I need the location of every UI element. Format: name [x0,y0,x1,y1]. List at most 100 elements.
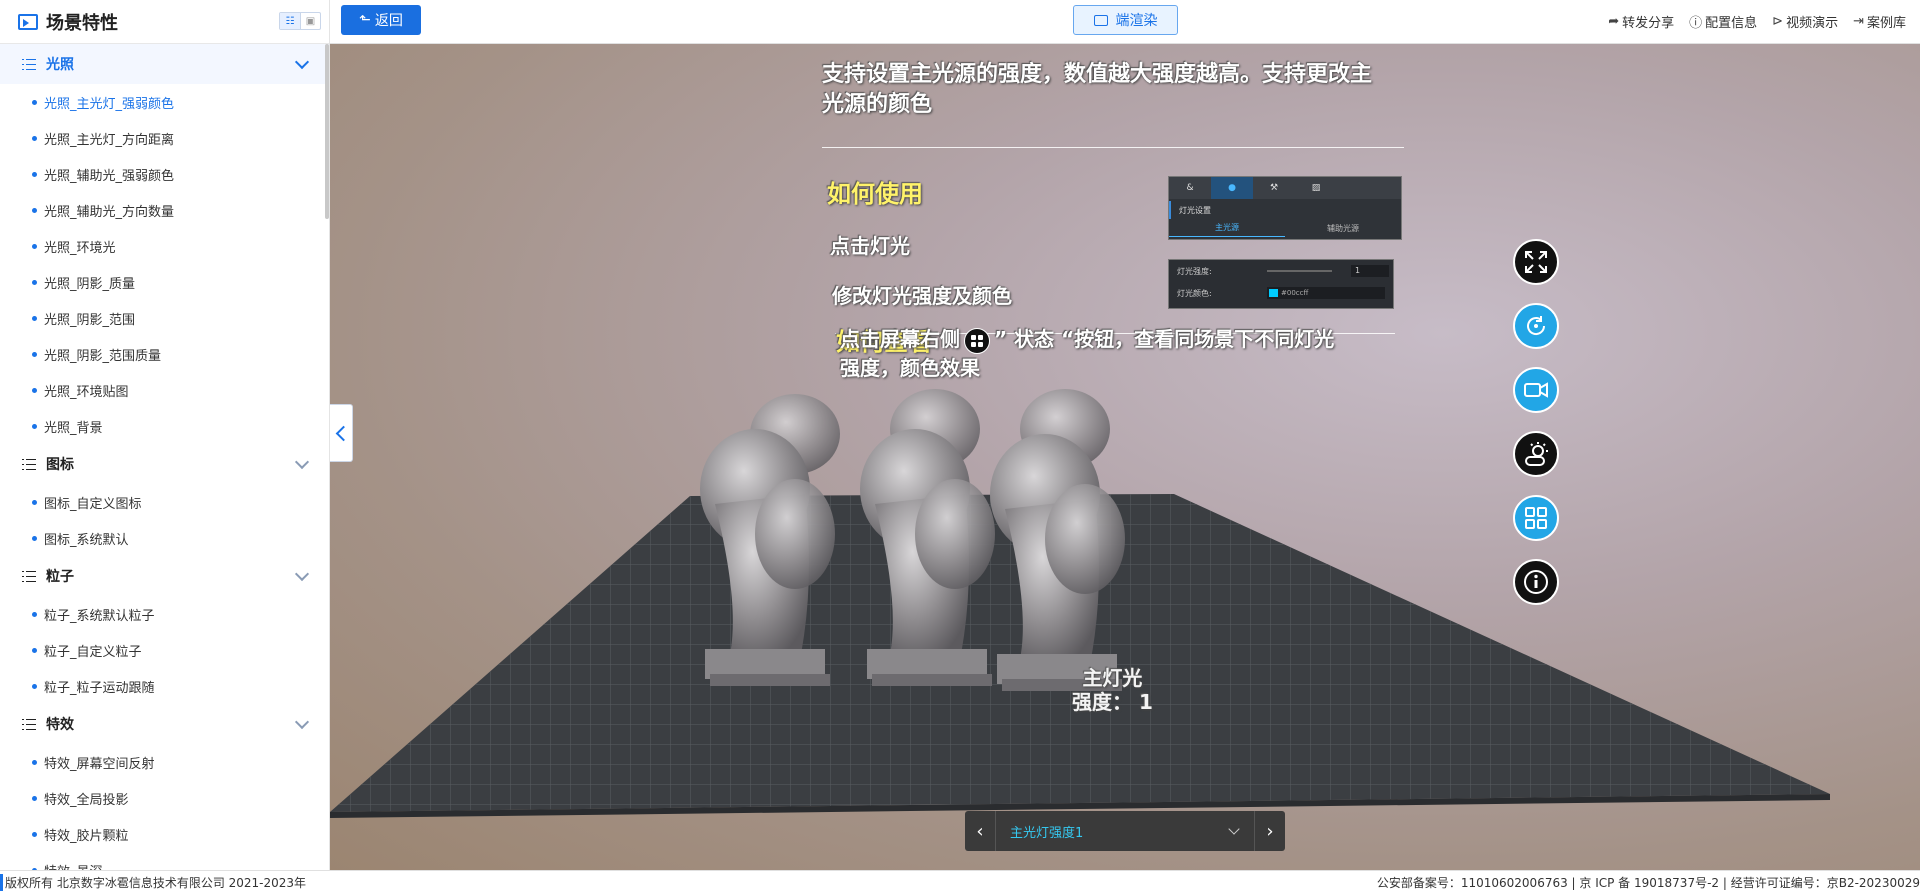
sidebar-item[interactable]: 图标_自定义图标 [0,484,329,520]
bullet-icon [32,207,37,213]
sidebar-item[interactable]: 粒子_粒子运动跟随 [0,668,329,704]
group-label: 光照 [46,57,74,73]
prev-scene-button[interactable]: ‹ [965,811,995,851]
sidebar-item-label: 图标_自定义图标 [44,496,142,512]
intensity-value: 1 [1351,265,1389,277]
next-scene-button[interactable]: › [1255,811,1285,851]
share-icon: ➦ [1608,13,1620,29]
grid-icon [1525,507,1547,529]
cases-link[interactable]: ⇥ 案例库 [1853,12,1906,31]
chevron-down-icon [294,714,310,730]
sidebar-header: 场景特性 ☷ ▣ [0,0,329,44]
intro-text: 支持设置主光源的强度，数值越大强度越高。支持更改主 光源的颜色 [822,60,1372,120]
sidebar-item[interactable]: 光照_环境贴图 [0,372,329,408]
scene-viewport[interactable]: 支持设置主光源的强度，数值越大强度越高。支持更改主 光源的颜色 如何使用 点击灯… [330,44,1920,870]
view-line-1a: 点击屏幕右侧 [840,327,960,351]
back-button[interactable]: ⬑ 返回 [341,5,421,35]
scene-label-line-1: 主灯光 [1082,666,1143,690]
scene-label-line-2: 强度： 1 [1072,690,1153,714]
fullscreen-button[interactable] [1513,239,1559,285]
sidebar-group-lighting[interactable]: 光照 [0,44,329,84]
footer: 版权所有 北京数字冰雹信息技术有限公司 2021-2023年 公安部备案号：11… [0,870,1920,894]
grid-icon [964,327,990,354]
video-label: 视频演示 [1786,15,1839,31]
sidebar-item[interactable]: 图标_系统默认 [0,520,329,556]
sidebar-item[interactable]: 光照_主光灯_方向距离 [0,120,329,156]
sidebar-item[interactable]: 光照_阴影_质量 [0,264,329,300]
sidebar-item[interactable]: 特效_全局投影 [0,780,329,816]
info-icon: ⓘ [1689,15,1703,31]
image-view-icon[interactable]: ▣ [300,13,320,29]
sidebar-item[interactable]: 光照_辅助光_强弱颜色 [0,156,329,192]
color-value: #00ccff [1267,287,1385,299]
scene-3d-label: 主灯光 强度： 1 [1072,666,1153,714]
sidebar-item[interactable]: 光照_主光灯_强弱颜色 [0,84,329,120]
view-line-2: 强度，颜色效果 [840,355,980,380]
scene-select-dropdown[interactable]: 主光灯强度1 [995,811,1255,851]
sidebar-item-label: 光照_背景 [44,420,103,436]
fullscreen-icon [1525,251,1547,273]
config-link[interactable]: ⓘ 配置信息 [1689,12,1757,31]
weather-button[interactable] [1513,431,1559,477]
config-label: 配置信息 [1705,15,1758,31]
chevron-down-icon [294,454,310,470]
monitor-icon [1093,14,1108,26]
back-button-label: 返回 [374,13,403,29]
scene-selector: ‹ 主光灯强度1 › [965,811,1285,851]
reset-view-button[interactable] [1513,303,1559,349]
sidebar-group-icons[interactable]: 图标 [0,444,329,484]
sidebar-item[interactable]: 特效_屏幕空间反射 [0,744,329,780]
sidebar-item-label: 光照_辅助光_强弱颜色 [44,168,175,184]
sidebar-group-effects[interactable]: 特效 [0,704,329,744]
sidebar-item[interactable]: 粒子_系统默认粒子 [0,596,329,632]
sidebar-item[interactable]: 粒子_自定义粒子 [0,632,329,668]
top-links: ➦ 转发分享 ⓘ 配置信息 ⊳ 视频演示 ⇥ 案例库 [1608,0,1906,42]
sidebar-item-label: 光照_环境光 [44,240,116,256]
wrench-icon: ⚒ [1269,183,1279,193]
share-link[interactable]: ➦ 转发分享 [1608,12,1674,31]
bullet-icon [32,387,37,393]
bullet-icon [32,611,37,617]
group-label: 特效 [46,717,74,733]
color-label: 灯光颜色: [1177,288,1212,298]
sidebar-item[interactable]: 光照_背景 [0,408,329,444]
sidebar-item[interactable]: 光照_环境光 [0,228,329,264]
sidebar-scrollbar[interactable] [325,44,329,219]
copyright-text: 版权所有 北京数字冰雹信息技术有限公司 2021-2023年 [0,874,306,891]
sidebar-item[interactable]: 特效_景深 [0,852,329,870]
video-camera-icon [1524,382,1548,398]
sidebar-item-label: 光照_环境贴图 [44,384,129,400]
how-to-use-title: 如何使用 [827,180,923,208]
bulb-icon: ● [1211,177,1253,199]
bullet-icon [32,99,37,105]
lion-statues [700,389,1125,691]
sidebar-item[interactable]: 光照_辅助光_方向数量 [0,192,329,228]
color-row: 灯光颜色: #00ccff [1169,282,1393,304]
sidebar-item-label: 光照_主光灯_强弱颜色 [44,96,175,112]
sidebar-item[interactable]: 光照_阴影_范围 [0,300,329,336]
list-icon [22,458,36,470]
intensity-row: 灯光强度: 1 [1169,260,1393,282]
sidebar-collapse-toggle[interactable] [330,404,353,462]
lighting-panel-thumbnail: & ● ⚒ ▨ 灯光设置 主光源 辅助光源 [1168,176,1402,240]
camera-button[interactable] [1513,367,1559,413]
sidebar-item[interactable]: 光照_阴影_范围质量 [0,336,329,372]
bullet-icon [32,535,37,541]
info-icon [1524,570,1548,594]
tab-icon: & [1186,183,1194,193]
status-grid-button[interactable] [1513,495,1559,541]
sidebar-item[interactable]: 特效_胶片颗粒 [0,816,329,852]
sidebar-item-label: 特效_胶片颗粒 [44,828,129,844]
video-link[interactable]: ⊳ 视频演示 [1772,12,1838,31]
sidebar-item-label: 光照_阴影_范围 [44,312,136,328]
sidebar-group-particles[interactable]: 粒子 [0,556,329,596]
list-view-icon[interactable]: ☷ [280,13,300,29]
list-icon [22,570,36,582]
intro-line: 支持设置主光源的强度，数值越大强度越高。支持更改主 [822,62,1373,87]
render-mode-button[interactable]: 端渲染 [1073,5,1178,35]
sidebar-item-label: 光照_主光灯_方向距离 [44,132,175,148]
bullet-icon [32,135,37,141]
view-instructions: 点击屏幕右侧 ” 状态 “按钮，查看同场景下不同灯光 强度，颜色效果 [840,325,1334,382]
thumb-tabs: & ● ⚒ ▨ [1169,177,1401,199]
info-button[interactable] [1513,559,1559,605]
